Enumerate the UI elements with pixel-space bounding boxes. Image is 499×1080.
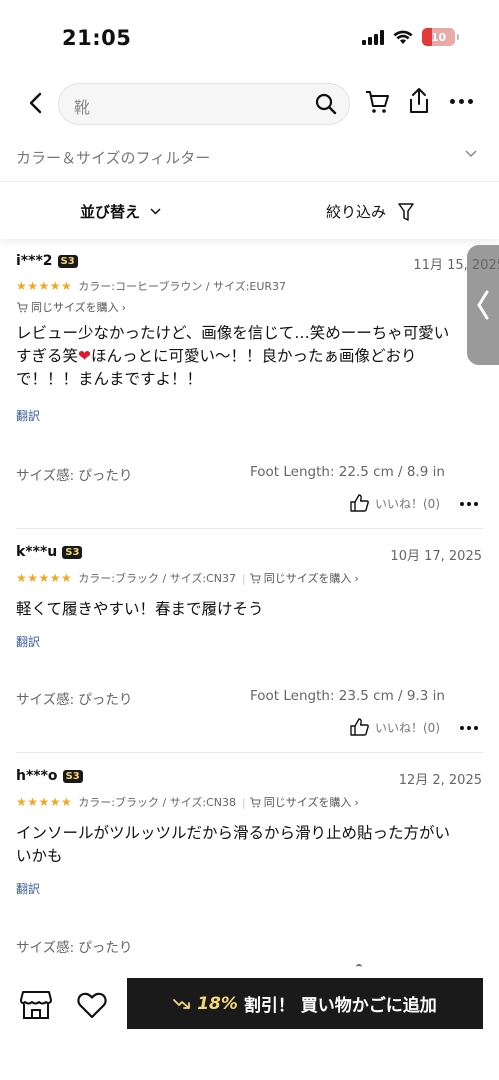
cart-icon xyxy=(249,573,261,583)
review-text-line: レビュー少なかったけど、画像を信じて…笑めーーちゃ可愛い xyxy=(16,324,450,342)
search-header: 靴 xyxy=(0,80,499,128)
narrow-button[interactable]: 絞り込み xyxy=(326,201,414,222)
buy-same-size-link[interactable]: | 同じサイズを購入 › xyxy=(242,570,359,586)
review-text: レビュー少なかったけど、画像を信じて…笑めーーちゃ可愛い すぎる笑❤ほんっとに可… xyxy=(16,322,486,391)
buy-same-size-link[interactable]: 同じサイズを購入 › xyxy=(16,299,126,315)
share-icon[interactable] xyxy=(406,87,432,115)
cart-icon xyxy=(17,302,28,312)
level-badge: S3 xyxy=(57,254,78,268)
wifi-icon xyxy=(393,30,413,44)
review-date: 12月 2, 2025 xyxy=(398,773,482,788)
translate-link[interactable]: 翻訳 xyxy=(16,407,40,424)
level-badge: S3 xyxy=(62,769,83,783)
heart-emoji-icon: ❤ xyxy=(78,347,92,365)
rating-stars: ★★★★★ xyxy=(16,279,73,293)
review-text: 軽くて履きやすい！春まで履けそう xyxy=(16,598,486,621)
review-item: h***o S3 12月 2, 2025 ★★★★★ カラー:ブラック / サイ… xyxy=(0,766,499,966)
cart-icon[interactable] xyxy=(364,89,390,115)
foot-length: Foot Length: 22.5 cm / 8.9 in xyxy=(250,464,445,480)
buy-same-label: 同じサイズを購入 xyxy=(263,572,352,585)
review-date: 10月 17, 2025 xyxy=(390,549,482,564)
review-text-segment: すぎる笑 xyxy=(16,347,79,365)
back-icon xyxy=(29,92,42,114)
divider xyxy=(16,528,483,529)
like-count: いいね！(0) xyxy=(375,720,440,735)
like-button[interactable]: いいね！(0) xyxy=(350,494,440,512)
chevron-down-icon xyxy=(150,208,161,215)
review-meta: ★★★★★ カラー:ブラック / サイズ:CN37 | 同じサイズを購入 › xyxy=(16,570,359,586)
review-username: i***2 xyxy=(16,253,53,269)
chevron-right-icon: › xyxy=(121,300,127,314)
sort-label: 並び替え xyxy=(80,203,141,221)
buy-same-label: 同じサイズを購入 xyxy=(31,301,119,314)
sort-button[interactable]: 並び替え xyxy=(80,201,161,222)
cart-icon xyxy=(249,797,261,807)
review-meta: ★★★★★ カラー:ブラック / サイズ:CN38 | 同じサイズを購入 › xyxy=(16,794,359,810)
like-button[interactable]: いいね！(0) xyxy=(350,718,440,736)
add-to-cart-label: 割引！ 買い物かごに追加 xyxy=(243,996,437,1016)
status-bar: 21:05 10 xyxy=(0,0,499,75)
size-fit: サイズ感: ぴったり xyxy=(16,468,133,484)
foot-length: Foot Length: 23.5 cm / 9.3 in xyxy=(250,688,445,704)
narrow-label: 絞り込み xyxy=(326,203,387,221)
chevron-right-icon: › xyxy=(354,795,359,809)
review-more-icon[interactable] xyxy=(460,726,478,730)
buy-same-size-link[interactable]: | 同じサイズを購入 › xyxy=(242,794,359,810)
rating-stars: ★★★★★ xyxy=(16,571,73,585)
battery-level: 10 xyxy=(430,30,447,44)
thumbs-up-icon xyxy=(350,494,369,512)
heart-icon[interactable] xyxy=(77,992,107,1019)
review-date: 11月 15, 2025 xyxy=(413,258,499,273)
size-color-filter[interactable]: カラー＆サイズのフィルター xyxy=(0,136,499,182)
review-attrs: カラー:ブラック / サイズ:CN37 xyxy=(78,572,236,585)
bottom-action-bar: 18% 割引！ 買い物かごに追加 xyxy=(0,968,499,1080)
thumbs-up-icon xyxy=(350,718,369,736)
rating-stars: ★★★★★ xyxy=(16,795,73,809)
review-meta: ★★★★★ カラー:コーヒーブラウン / サイズ:EUR37 xyxy=(16,278,286,294)
review-username: h***o xyxy=(16,768,58,784)
review-user: h***o S3 xyxy=(16,768,83,784)
review-text-line: 軽くて履きやすい！春まで履けそう xyxy=(16,600,264,618)
translate-link[interactable]: 翻訳 xyxy=(16,880,40,897)
review-user: i***2 S3 xyxy=(16,253,78,269)
review-text-line: いかも xyxy=(16,847,63,865)
sort-bar: 並び替え 絞り込み xyxy=(0,183,499,239)
review-more-icon[interactable] xyxy=(460,502,478,506)
review-text: インソールがツルッツルだから滑るから滑り止め貼った方がい いかも xyxy=(16,822,486,868)
status-time: 21:05 xyxy=(62,26,132,50)
trend-down-icon xyxy=(173,998,191,1009)
review-user: k***u S3 xyxy=(16,544,83,560)
review-item: k***u S3 10月 17, 2025 ★★★★★ カラー:ブラック / サ… xyxy=(0,542,499,752)
divider xyxy=(16,752,483,753)
add-to-cart-button[interactable]: 18% 割引！ 買い物かごに追加 xyxy=(127,978,483,1029)
search-input[interactable]: 靴 xyxy=(58,83,350,125)
filter-icon xyxy=(398,202,414,221)
review-text-line: で！！！まんまですよ！！ xyxy=(16,370,203,388)
status-icons: 10 xyxy=(362,28,459,46)
size-fit: サイズ感: ぴったり xyxy=(16,692,133,708)
review-text-segment: ほんっとに可愛い〜！！良かったぁ画像どおり xyxy=(91,347,417,365)
search-icon[interactable] xyxy=(315,93,337,115)
like-count: いいね！(0) xyxy=(375,496,440,511)
review-text-line: すぎる笑❤ほんっとに可愛い〜！！良かったぁ画像どおり xyxy=(16,345,486,368)
discount-percent: 18% xyxy=(197,993,238,1014)
filter-label: カラー＆サイズのフィルター xyxy=(16,149,211,167)
store-icon[interactable] xyxy=(20,990,52,1020)
signal-icon xyxy=(362,29,384,45)
size-fit: サイズ感: ぴったり xyxy=(16,940,133,956)
review-username: k***u xyxy=(16,544,58,560)
chevron-down-icon xyxy=(465,150,477,158)
review-attrs: カラー:コーヒーブラウン / サイズ:EUR37 xyxy=(78,280,287,293)
review-text-line: インソールがツルッツルだから滑るから滑り止め貼った方がい xyxy=(16,824,451,842)
search-query: 靴 xyxy=(74,98,91,117)
back-button[interactable] xyxy=(20,88,50,118)
buy-same-label: 同じサイズを購入 xyxy=(263,796,352,809)
chevron-right-icon: › xyxy=(354,571,359,585)
translate-link[interactable]: 翻訳 xyxy=(16,633,40,650)
battery-icon: 10 xyxy=(422,28,459,46)
level-badge: S3 xyxy=(62,545,83,559)
more-icon[interactable] xyxy=(450,99,473,104)
review-item: i***2 S3 11月 15, 2025 ★★★★★ カラー:コーヒーブラウン… xyxy=(0,250,499,528)
review-attrs: カラー:ブラック / サイズ:CN38 xyxy=(78,796,236,809)
